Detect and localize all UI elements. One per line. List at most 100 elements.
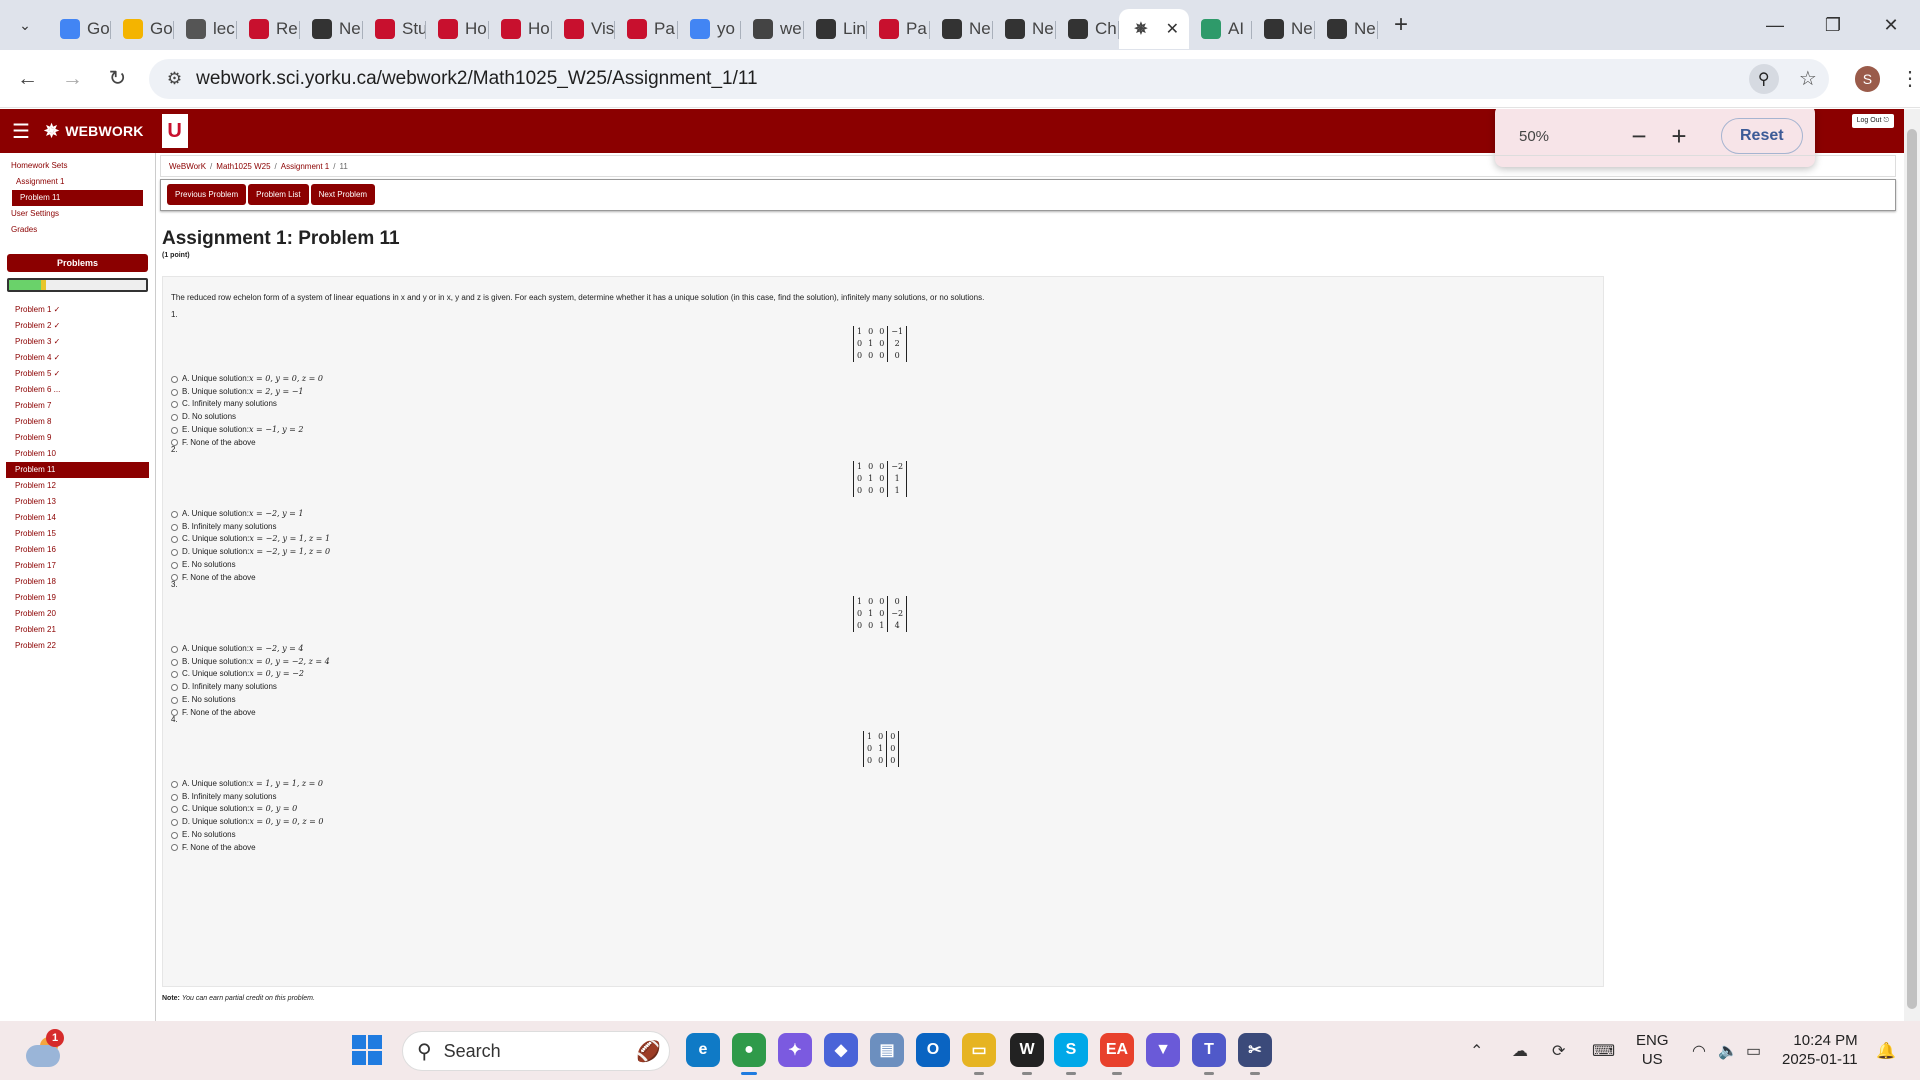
start-button[interactable]: [352, 1035, 382, 1065]
edge-icon[interactable]: e: [686, 1033, 720, 1067]
nav-button[interactable]: Previous Problem: [167, 184, 247, 205]
sidebar-link[interactable]: Homework Sets: [0, 158, 155, 174]
zoom-out-button[interactable]: −: [1619, 121, 1659, 152]
radio-button[interactable]: [171, 780, 178, 788]
zoom-in-button[interactable]: +: [1659, 121, 1699, 152]
breadcrumb-item[interactable]: Math1025 W25: [216, 162, 270, 171]
browser-tab[interactable]: Re: [237, 9, 300, 49]
answer-choice[interactable]: C. Infinitely many solutions: [171, 398, 323, 411]
answer-choice[interactable]: B. Infinitely many solutions: [171, 791, 323, 804]
sidebar-link[interactable]: User Settings: [0, 206, 155, 222]
problem-link[interactable]: Problem 6 ...: [0, 382, 155, 398]
radio-button[interactable]: [171, 658, 178, 666]
browser-tab[interactable]: Pa: [867, 9, 930, 49]
clock[interactable]: 10:24 PM 2025-01-11: [1782, 1031, 1858, 1069]
show-hidden-icons[interactable]: ⌃: [1470, 1021, 1483, 1080]
problem-link[interactable]: Problem 11: [6, 462, 149, 478]
radio-button[interactable]: [171, 426, 178, 434]
zoom-icon[interactable]: ⚲: [1748, 63, 1779, 94]
problem-link[interactable]: Problem 16: [0, 542, 155, 558]
browser-tab[interactable]: Pa: [615, 9, 678, 49]
radio-button[interactable]: [171, 401, 178, 409]
sidebar-link[interactable]: Grades: [0, 222, 155, 238]
language-indicator[interactable]: ENG US: [1636, 1031, 1669, 1069]
m365-icon[interactable]: ◆: [824, 1033, 858, 1067]
keyboard-icon[interactable]: ⌨: [1592, 1021, 1615, 1080]
answer-choice[interactable]: A. Unique solution: x = 1, y = 1, z = 0: [171, 778, 323, 791]
weather-widget-icon[interactable]: 1: [26, 1029, 64, 1069]
browser-tab[interactable]: Ne: [930, 9, 993, 49]
back-icon[interactable]: ←: [10, 61, 45, 97]
close-window-icon[interactable]: ✕: [1862, 0, 1920, 50]
webwork-app-icon[interactable]: W: [1010, 1033, 1044, 1075]
reload-icon[interactable]: ↻: [100, 61, 135, 97]
answer-choice[interactable]: A. Unique solution: x = 0, y = 0, z = 0: [171, 373, 323, 386]
taskbar-search[interactable]: ⚲ Search 🏈: [402, 1031, 670, 1071]
breadcrumb-item[interactable]: WeBWorK: [169, 162, 206, 171]
problem-link[interactable]: Problem 2 ✓: [0, 318, 155, 334]
radio-button[interactable]: [171, 818, 178, 826]
problem-link[interactable]: Problem 8: [0, 414, 155, 430]
minimize-icon[interactable]: —: [1746, 0, 1804, 50]
answer-choice[interactable]: F. None of the above: [171, 842, 323, 855]
webwork-logo[interactable]: ✵ WEBWORK: [44, 121, 144, 142]
browser-tab[interactable]: lec: [174, 9, 237, 49]
url-text[interactable]: webwork.sci.yorku.ca/webwork2/Math1025_W…: [196, 68, 757, 90]
answer-choice[interactable]: F. None of the above: [171, 707, 330, 720]
files-icon[interactable]: ▤: [870, 1033, 904, 1067]
sidebar-link[interactable]: Assignment 1: [0, 174, 155, 190]
problem-link[interactable]: Problem 15: [0, 526, 155, 542]
browser-tab[interactable]: Vis: [552, 9, 615, 49]
skype-icon[interactable]: S: [1054, 1033, 1088, 1075]
vpn-icon[interactable]: ▼: [1146, 1033, 1180, 1067]
new-tab-button[interactable]: +: [1384, 8, 1418, 42]
answer-choice[interactable]: D. Unique solution: x = 0, y = 0, z = 0: [171, 816, 323, 829]
breadcrumb-item[interactable]: Assignment 1: [281, 162, 329, 171]
radio-button[interactable]: [171, 536, 178, 544]
browser-menu-icon[interactable]: ⋮: [1900, 66, 1920, 91]
logout-button[interactable]: Log Out ⎋: [1851, 114, 1894, 128]
radio-button[interactable]: [171, 388, 178, 396]
browser-tab[interactable]: Ne: [1315, 9, 1378, 49]
radio-button[interactable]: [171, 683, 178, 691]
radio-button[interactable]: [171, 793, 178, 801]
radio-button[interactable]: [171, 523, 178, 531]
chrome-icon[interactable]: ●: [732, 1033, 766, 1075]
problem-link[interactable]: Problem 20: [0, 606, 155, 622]
notifications-icon[interactable]: 🔔: [1876, 1021, 1896, 1080]
profile-avatar[interactable]: S: [1854, 65, 1881, 92]
answer-choice[interactable]: B. Unique solution: x = 2, y = −1: [171, 386, 323, 399]
browser-tab[interactable]: yo: [678, 9, 741, 49]
radio-button[interactable]: [171, 696, 178, 704]
radio-button[interactable]: [171, 806, 178, 814]
radio-button[interactable]: [171, 561, 178, 569]
browser-tab[interactable]: Ne: [993, 9, 1056, 49]
radio-button[interactable]: [171, 548, 178, 556]
file-explorer-icon[interactable]: ▭: [962, 1033, 996, 1075]
problem-link[interactable]: Problem 4 ✓: [0, 350, 155, 366]
scrollbar-thumb[interactable]: [1907, 129, 1917, 1009]
radio-button[interactable]: [171, 844, 178, 852]
tab-search-icon[interactable]: ⌄: [8, 8, 42, 42]
problem-link[interactable]: Problem 17: [0, 558, 155, 574]
radio-button[interactable]: [171, 645, 178, 653]
forward-icon[interactable]: →: [55, 61, 90, 97]
radio-button[interactable]: [171, 510, 178, 518]
problem-link[interactable]: Problem 7: [0, 398, 155, 414]
problem-link[interactable]: Problem 13: [0, 494, 155, 510]
copilot-icon[interactable]: ✦: [778, 1033, 812, 1067]
answer-choice[interactable]: E. No solutions: [171, 829, 323, 842]
zoom-reset-button[interactable]: Reset: [1721, 118, 1803, 154]
wifi-icon[interactable]: ◠: [1692, 1021, 1706, 1080]
browser-tab[interactable]: Go: [48, 9, 111, 49]
ea-icon[interactable]: EA: [1100, 1033, 1134, 1075]
page-scrollbar[interactable]: [1904, 109, 1920, 1021]
browser-tab[interactable]: Ne: [1252, 9, 1315, 49]
sync-icon[interactable]: ⟳: [1552, 1021, 1565, 1080]
answer-choice[interactable]: A. Unique solution: x = −2, y = 1: [171, 508, 330, 521]
problem-link[interactable]: Problem 9: [0, 430, 155, 446]
nav-button[interactable]: Problem List: [248, 184, 309, 205]
radio-button[interactable]: [171, 831, 178, 839]
browser-tab[interactable]: Go: [111, 9, 174, 49]
answer-choice[interactable]: D. Unique solution: x = −2, y = 1, z = 0: [171, 546, 330, 559]
